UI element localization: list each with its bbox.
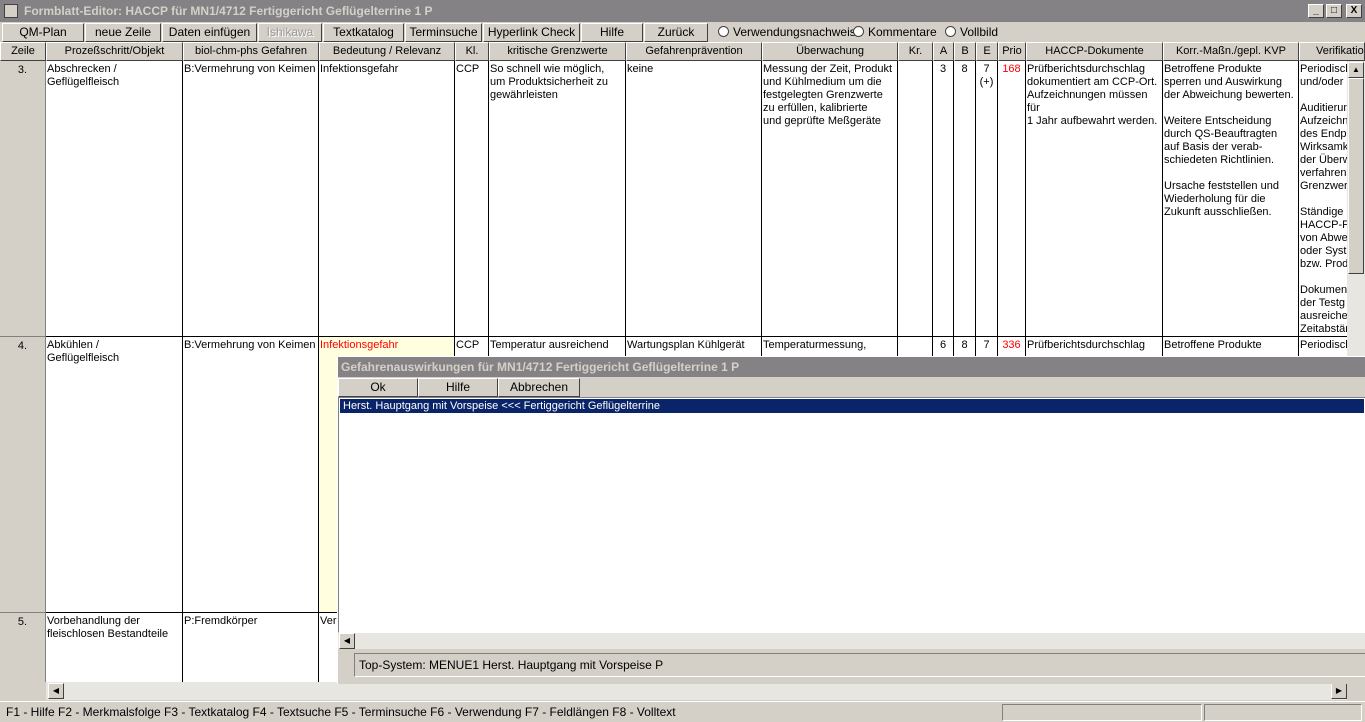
new-row-button[interactable]: neue Zeile: [85, 23, 161, 42]
cell-kr[interactable]: [898, 61, 933, 337]
column-header-critical-limits[interactable]: kritische Grenzwerte: [489, 42, 626, 61]
cell-hazards[interactable]: P:Fremdkörper: [183, 613, 319, 682]
column-header-class[interactable]: Kl.: [455, 42, 489, 61]
cell-e[interactable]: 7 (+): [976, 61, 998, 337]
back-button[interactable]: Zurück: [644, 23, 708, 42]
horizontal-scrollbar[interactable]: ◀ ▶: [46, 682, 1347, 700]
help-button[interactable]: Hilfe: [581, 23, 643, 42]
cell-corrective-actions[interactable]: Betroffene Produkte sperren und Auswirku…: [1163, 61, 1299, 337]
window-titlebar[interactable]: Formblatt-Editor: HACCP für MN1/4712 Fer…: [0, 0, 1365, 22]
radio-usage-proof[interactable]: Verwendungsnachweis: [718, 25, 856, 40]
dialog-horizontal-scrollbar[interactable]: ◀: [338, 633, 1365, 649]
column-header-prio[interactable]: Prio: [998, 42, 1026, 61]
cell-process-step[interactable]: Vorbehandlung der fleischlosen Bestandte…: [46, 613, 183, 682]
cell-hazards[interactable]: B:Vermehrung von Keimen: [183, 61, 319, 337]
cell-a[interactable]: 3: [933, 61, 954, 337]
qm-plan-button[interactable]: QM-Plan: [2, 23, 84, 42]
radio-circle-icon: [853, 26, 864, 37]
vertical-scroll-thumb[interactable]: [1348, 78, 1364, 274]
status-panel: [1002, 704, 1202, 721]
scroll-up-icon[interactable]: ▲: [1348, 62, 1364, 78]
cell-hazards[interactable]: B:Vermehrung von Keimen: [183, 337, 319, 613]
window-title: Formblatt-Editor: HACCP für MN1/4712 Fer…: [24, 4, 433, 18]
function-key-hints: F1 - Hilfe F2 - Merkmalsfolge F3 - Textk…: [6, 705, 676, 719]
row-number[interactable]: 3.: [0, 61, 46, 337]
row-number[interactable]: 4.: [0, 337, 46, 613]
toolbar: QM-Plan neue Zeile Daten einfügen Ishika…: [0, 22, 1365, 42]
scroll-right-icon[interactable]: ▶: [1331, 683, 1347, 699]
date-search-button[interactable]: Terminsuche: [405, 23, 482, 42]
cell-process-step[interactable]: Abschrecken / Geflügelfleisch: [46, 61, 183, 337]
hyperlink-check-button[interactable]: Hyperlink Check: [483, 23, 580, 42]
column-header-kr[interactable]: Kr.: [898, 42, 933, 61]
scroll-left-icon[interactable]: ◀: [339, 633, 355, 649]
dialog-cancel-button[interactable]: Abbrechen: [498, 378, 580, 397]
cell-verification[interactable]: Periodisch und/oder Auditierun Aufzeichn…: [1299, 61, 1347, 337]
cell-prevention[interactable]: keine: [626, 61, 762, 337]
app-icon[interactable]: [4, 4, 18, 18]
cell-process-step[interactable]: Abkühlen / Geflügelfleisch: [46, 337, 183, 613]
radio-circle-icon: [945, 26, 956, 37]
cell-haccp-documents[interactable]: Prüfberichtsdurchschlag dokumentiert am …: [1026, 61, 1163, 337]
column-header-e[interactable]: E: [976, 42, 998, 61]
column-header-monitoring[interactable]: Überwachung: [762, 42, 898, 61]
column-header-verification[interactable]: Verifikatio: [1299, 42, 1365, 61]
dialog-ok-button[interactable]: Ok: [338, 378, 418, 397]
status-bar: F1 - Hilfe F2 - Merkmalsfolge F3 - Textk…: [0, 701, 1365, 722]
radio-circle-icon: [718, 26, 729, 37]
column-header-corrective-actions[interactable]: Korr.-Maßn./gepl. KVP: [1163, 42, 1299, 61]
ishikawa-button[interactable]: Ishikawa: [258, 23, 322, 42]
close-button[interactable]: X: [1346, 4, 1362, 18]
radio-fullscreen[interactable]: Vollbild: [945, 25, 998, 40]
status-panel: [1204, 704, 1362, 721]
minimize-button[interactable]: _: [1308, 4, 1324, 18]
dialog-title[interactable]: Gefahrenauswirkungen für MN1/4712 Fertig…: [338, 357, 1365, 377]
column-header-relevance[interactable]: Bedeutung / Relevanz: [319, 42, 455, 61]
radio-comments[interactable]: Kommentare: [853, 25, 937, 40]
dialog-help-button[interactable]: Hilfe: [418, 378, 498, 397]
cell-class[interactable]: CCP: [455, 61, 489, 337]
maximize-button[interactable]: □: [1326, 4, 1342, 18]
cell-relevance[interactable]: Infektionsgefahr: [319, 61, 455, 337]
scroll-left-icon[interactable]: ◀: [48, 683, 64, 699]
hazard-effects-dialog: Gefahrenauswirkungen für MN1/4712 Fertig…: [337, 356, 1365, 684]
dialog-list[interactable]: Herst. Hauptgang mit Vorspeise <<< Ferti…: [338, 397, 1365, 633]
text-catalog-button[interactable]: Textkatalog: [323, 23, 404, 42]
column-header-prevention[interactable]: Gefahrenprävention: [626, 42, 762, 61]
insert-data-button[interactable]: Daten einfügen: [162, 23, 257, 42]
cell-monitoring[interactable]: Messung der Zeit, Produkt und Kühlmedium…: [762, 61, 898, 337]
column-header-a[interactable]: A: [933, 42, 954, 61]
column-header-process-step[interactable]: Prozeßschritt/Objekt: [46, 42, 183, 61]
dialog-status: Top-System: MENUE1 Herst. Hauptgang mit …: [354, 653, 1365, 677]
column-header-haccp-documents[interactable]: HACCP-Dokumente: [1026, 42, 1163, 61]
column-header-b[interactable]: B: [954, 42, 976, 61]
cell-prio[interactable]: 168: [998, 61, 1026, 337]
list-item-selected[interactable]: Herst. Hauptgang mit Vorspeise <<< Ferti…: [340, 399, 1364, 413]
cell-b[interactable]: 8: [954, 61, 976, 337]
row-number[interactable]: 5.: [0, 613, 46, 682]
cell-critical-limits[interactable]: So schnell wie möglich, um Produktsicher…: [489, 61, 626, 337]
column-header-hazards[interactable]: biol-chm-phs Gefahren: [183, 42, 319, 61]
column-header-row-number[interactable]: Zeile: [0, 42, 46, 61]
